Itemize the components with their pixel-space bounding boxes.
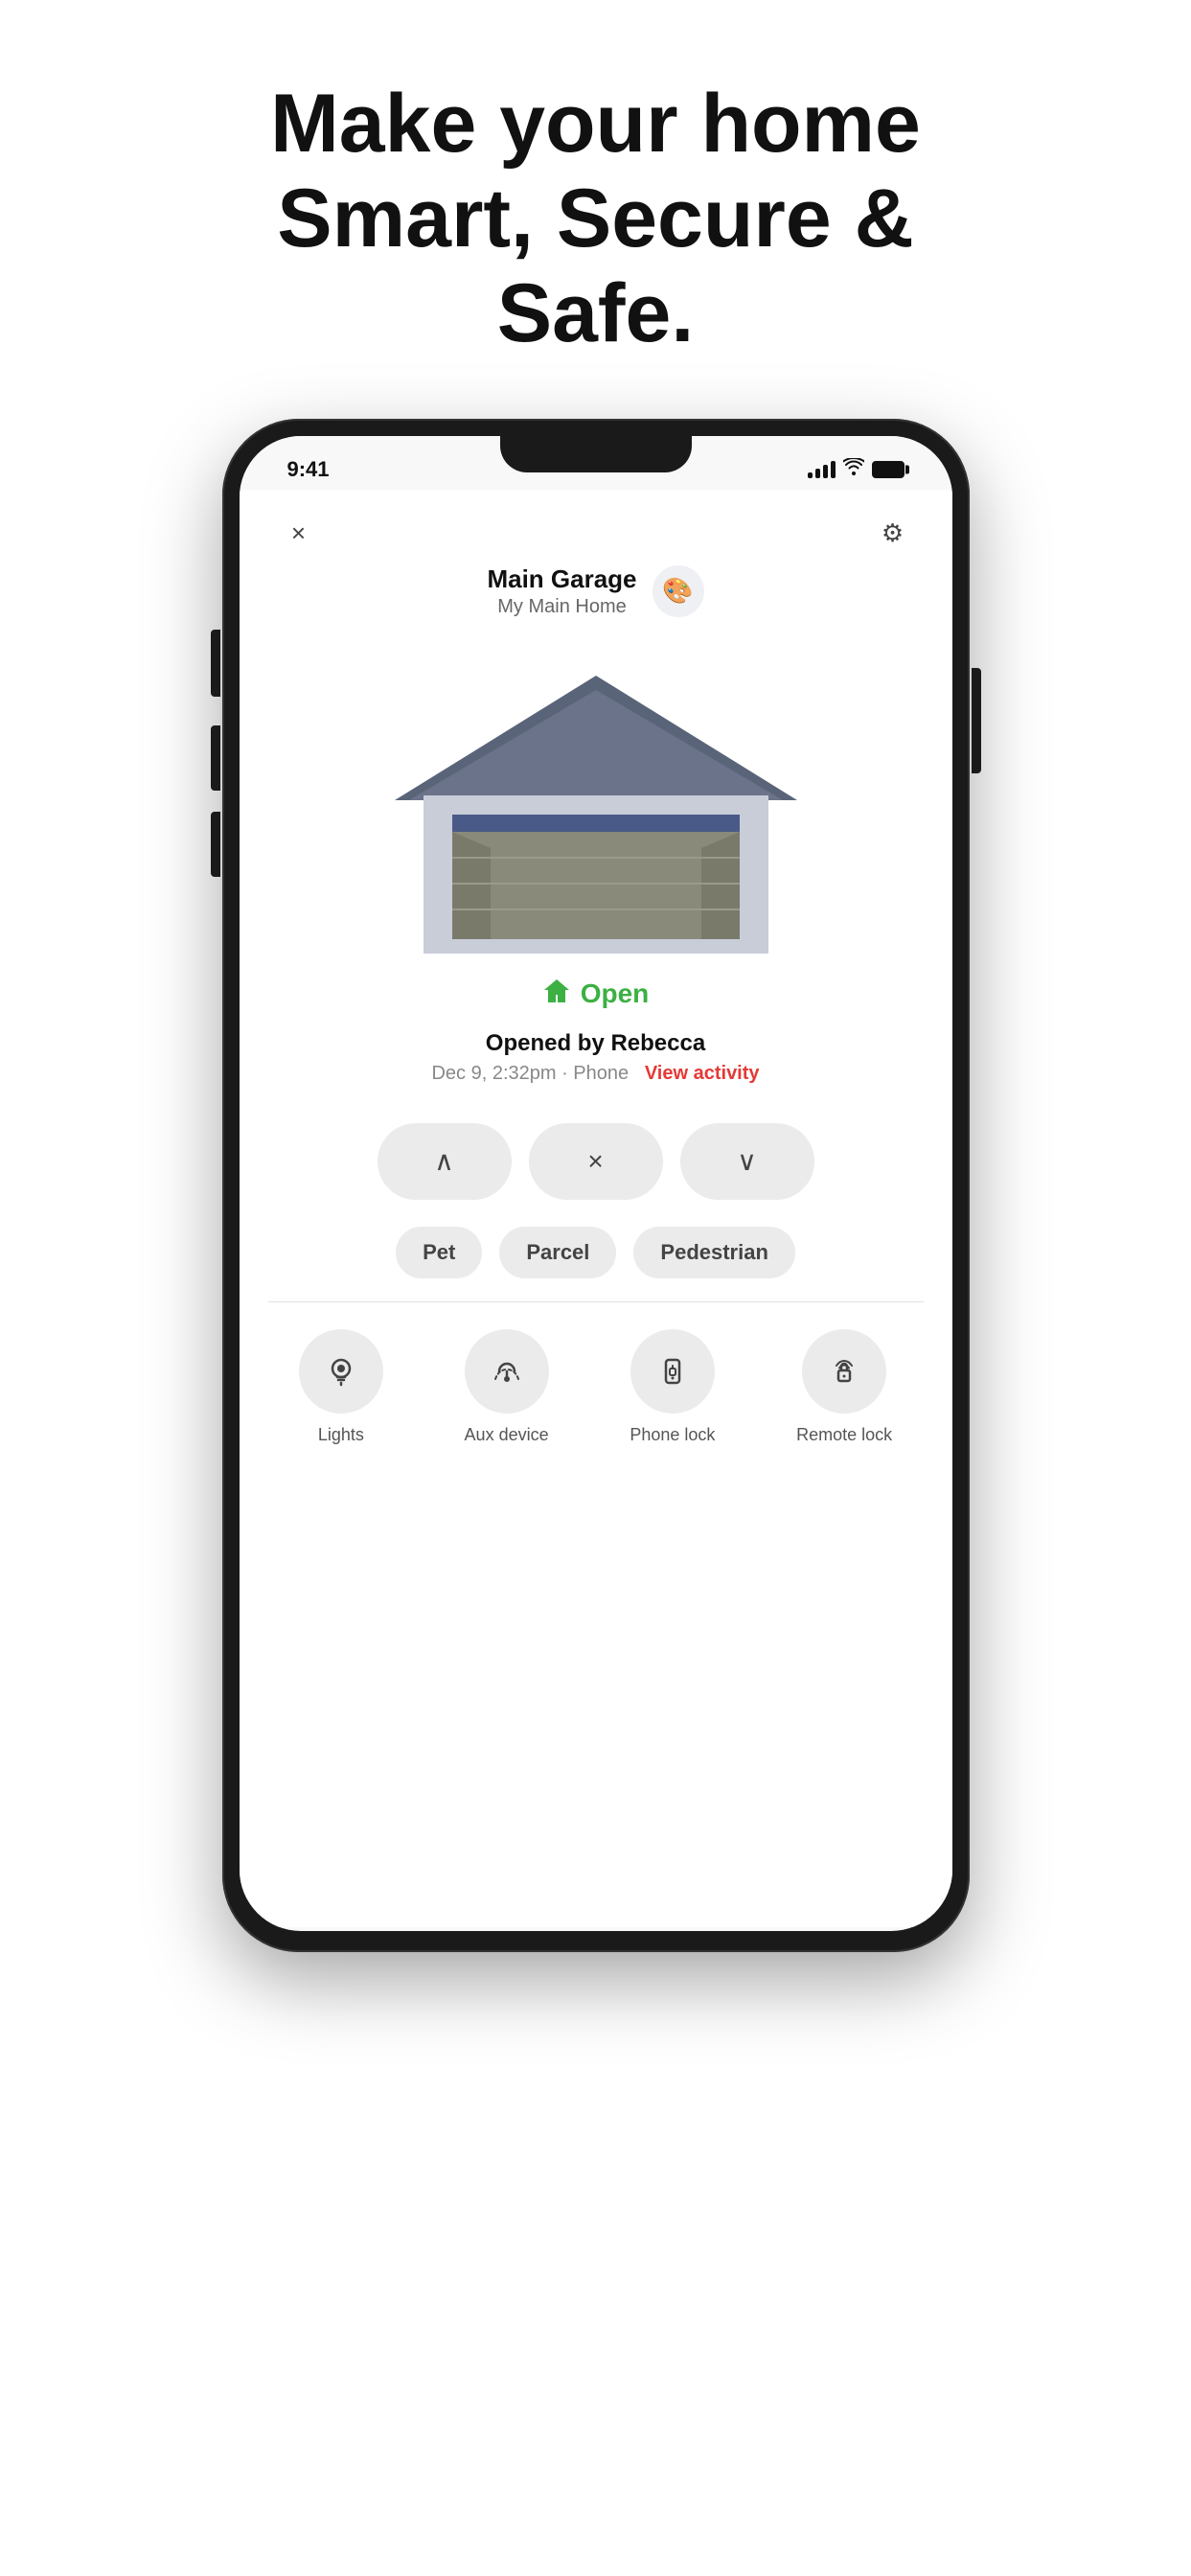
notch — [500, 436, 692, 472]
bottom-icons: Lights Aux device — [240, 1302, 952, 1474]
phone-screen: 9:41 — [240, 436, 952, 1931]
phone-lock-label: Phone lock — [630, 1425, 715, 1445]
aux-device-icon-item[interactable]: Aux device — [465, 1329, 549, 1445]
house-icon — [542, 978, 571, 1011]
activity-time-text: Dec 9, 2:32pm · Phone — [431, 1063, 629, 1084]
signal-bar-4 — [831, 461, 836, 478]
volume-down-button — [211, 812, 220, 877]
garage-avatar: 🎨 — [653, 565, 704, 617]
garage-name: Main Garage — [487, 564, 636, 594]
lights-icon-item[interactable]: Lights — [299, 1329, 383, 1445]
phone-frame: 9:41 — [222, 419, 970, 1952]
phone-mockup: 9:41 — [222, 419, 970, 1952]
garage-location: My Main Home — [487, 596, 636, 618]
activity-info: Opened by Rebecca Dec 9, 2:32pm · Phone … — [240, 1015, 952, 1094]
wifi-icon — [843, 458, 864, 480]
stop-button[interactable]: × — [529, 1123, 663, 1200]
app-content: × ⚙ Main Garage My Main Home 🎨 — [240, 490, 952, 1927]
battery-icon — [872, 461, 905, 478]
lights-label: Lights — [318, 1425, 364, 1445]
status-icons — [808, 458, 905, 480]
control-buttons: ∧ × ∨ — [240, 1094, 952, 1209]
view-activity-link[interactable]: View activity — [645, 1063, 760, 1084]
status-open-text: Open — [581, 978, 650, 1009]
remote-lock-icon-item[interactable]: Remote lock — [796, 1329, 892, 1445]
garage-title-section: Main Garage My Main Home 🎨 — [240, 564, 952, 628]
lights-icon-circle — [299, 1329, 383, 1414]
phone-lock-icon-item[interactable]: Phone lock — [630, 1329, 715, 1445]
garage-title-text: Main Garage My Main Home — [487, 564, 636, 618]
signal-bar-3 — [823, 465, 828, 478]
status-time: 9:41 — [287, 457, 330, 482]
signal-icon — [808, 461, 836, 478]
remote-lock-label: Remote lock — [796, 1425, 892, 1445]
pet-mode-button[interactable]: Pet — [396, 1227, 482, 1278]
activity-time: Dec 9, 2:32pm · Phone View activity — [278, 1063, 914, 1085]
signal-bar-1 — [808, 472, 813, 478]
top-nav: × ⚙ — [240, 490, 952, 564]
remote-lock-icon-circle — [802, 1329, 886, 1414]
volume-up-button — [211, 725, 220, 791]
garage-svg — [395, 647, 797, 958]
hero-heading: Make your home Smart, Secure & Safe. — [165, 0, 1027, 419]
pedestrian-mode-button[interactable]: Pedestrian — [633, 1227, 795, 1278]
garage-illustration — [240, 628, 952, 968]
close-down-button[interactable]: ∨ — [680, 1123, 814, 1200]
settings-button[interactable]: ⚙ — [872, 513, 914, 555]
close-button[interactable]: × — [278, 513, 320, 555]
opened-by-text: Opened by Rebecca — [278, 1030, 914, 1057]
aux-device-icon-circle — [465, 1329, 549, 1414]
phone-lock-icon-circle — [630, 1329, 715, 1414]
signal-bar-2 — [815, 469, 820, 478]
mode-buttons: Pet Parcel Pedestrian — [240, 1209, 952, 1301]
parcel-mode-button[interactable]: Parcel — [499, 1227, 616, 1278]
aux-device-label: Aux device — [465, 1425, 549, 1445]
garage-status: Open — [240, 968, 952, 1015]
open-up-button[interactable]: ∧ — [378, 1123, 512, 1200]
